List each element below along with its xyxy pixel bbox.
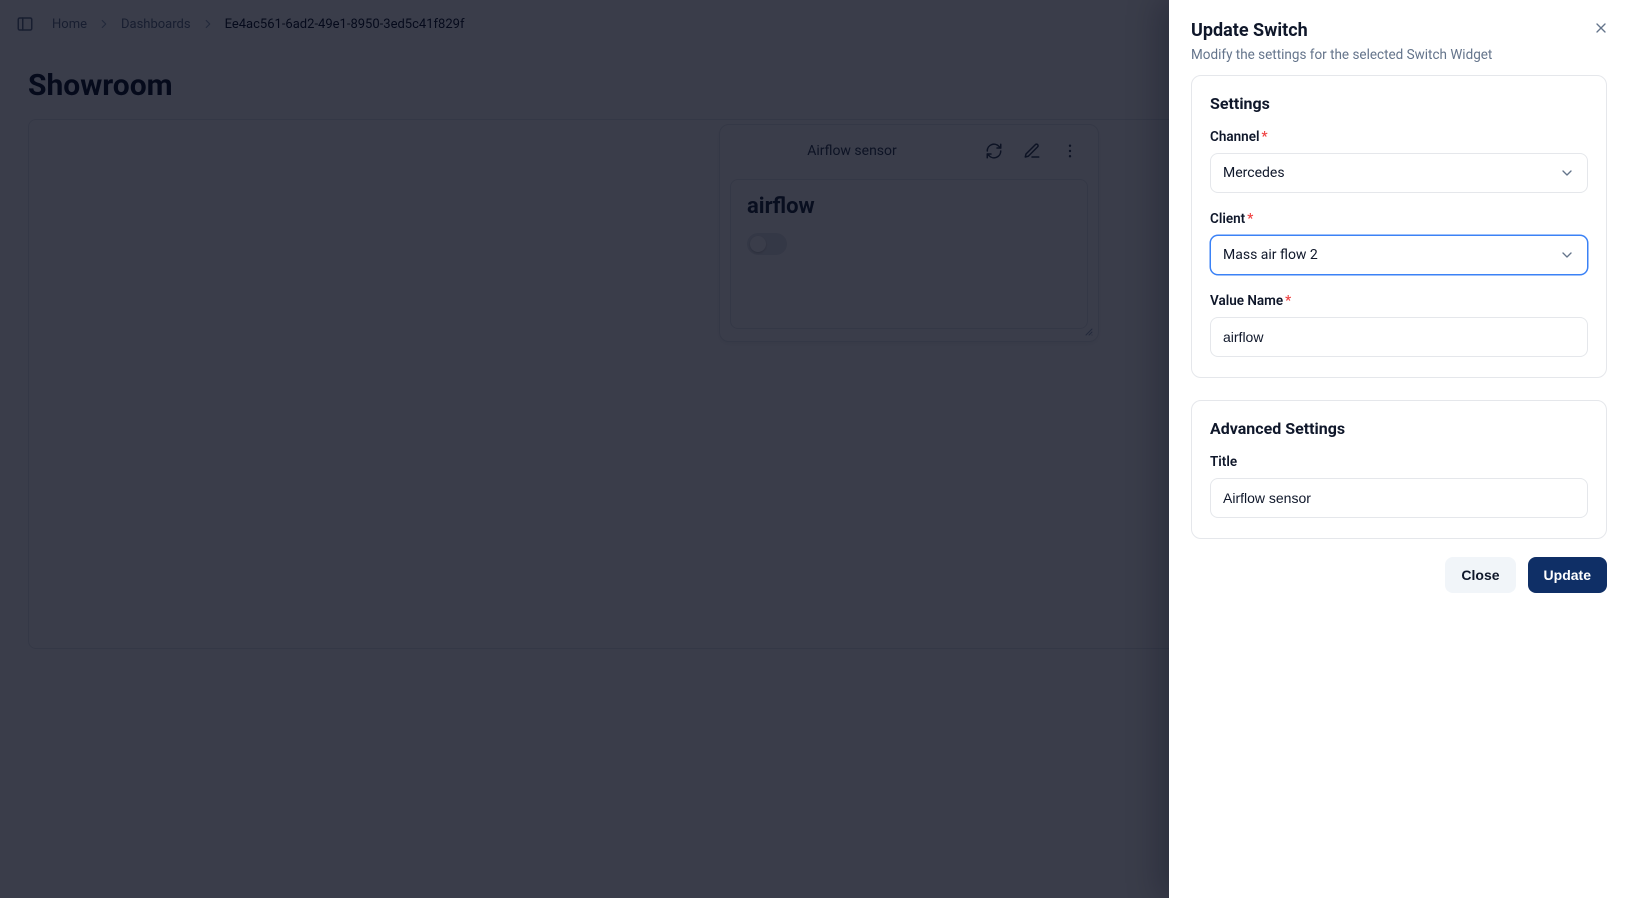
client-field: Client* Mass air flow 2 xyxy=(1210,211,1588,275)
advanced-heading: Advanced Settings xyxy=(1210,419,1588,438)
title-input-wrap xyxy=(1210,478,1588,518)
settings-section: Settings Channel* Mercedes Client* Mass xyxy=(1191,75,1607,378)
client-label-text: Client xyxy=(1210,211,1245,227)
client-value: Mass air flow 2 xyxy=(1223,247,1318,263)
chevron-down-icon xyxy=(1559,247,1575,263)
channel-label: Channel* xyxy=(1210,129,1588,145)
drawer-header: Update Switch Modify the settings for th… xyxy=(1169,0,1629,75)
drawer-title: Update Switch xyxy=(1191,20,1607,41)
chevron-down-icon xyxy=(1559,165,1575,181)
drawer-subtitle: Modify the settings for the selected Swi… xyxy=(1191,47,1607,63)
title-field: Title xyxy=(1210,454,1588,518)
required-marker: * xyxy=(1261,129,1267,145)
required-marker: * xyxy=(1247,211,1253,227)
channel-label-text: Channel xyxy=(1210,129,1259,145)
client-label: Client* xyxy=(1210,211,1588,227)
value-name-input-wrap xyxy=(1210,317,1588,357)
value-name-label-text: Value Name xyxy=(1210,293,1283,309)
update-switch-drawer: Update Switch Modify the settings for th… xyxy=(1169,0,1629,898)
value-name-label: Value Name* xyxy=(1210,293,1588,309)
update-button[interactable]: Update xyxy=(1528,557,1607,593)
title-input[interactable] xyxy=(1223,479,1575,517)
required-marker: * xyxy=(1285,293,1291,309)
settings-heading: Settings xyxy=(1210,94,1588,113)
channel-select[interactable]: Mercedes xyxy=(1210,153,1588,193)
close-button[interactable]: Close xyxy=(1445,557,1515,593)
close-icon[interactable] xyxy=(1587,14,1615,42)
value-name-field: Value Name* xyxy=(1210,293,1588,357)
title-label: Title xyxy=(1210,454,1588,470)
channel-field: Channel* Mercedes xyxy=(1210,129,1588,193)
drawer-body: Settings Channel* Mercedes Client* Mass xyxy=(1169,75,1629,539)
value-name-input[interactable] xyxy=(1223,318,1575,356)
drawer-footer: Close Update xyxy=(1169,539,1629,615)
client-select[interactable]: Mass air flow 2 xyxy=(1210,235,1588,275)
channel-value: Mercedes xyxy=(1223,165,1285,181)
advanced-section: Advanced Settings Title xyxy=(1191,400,1607,539)
